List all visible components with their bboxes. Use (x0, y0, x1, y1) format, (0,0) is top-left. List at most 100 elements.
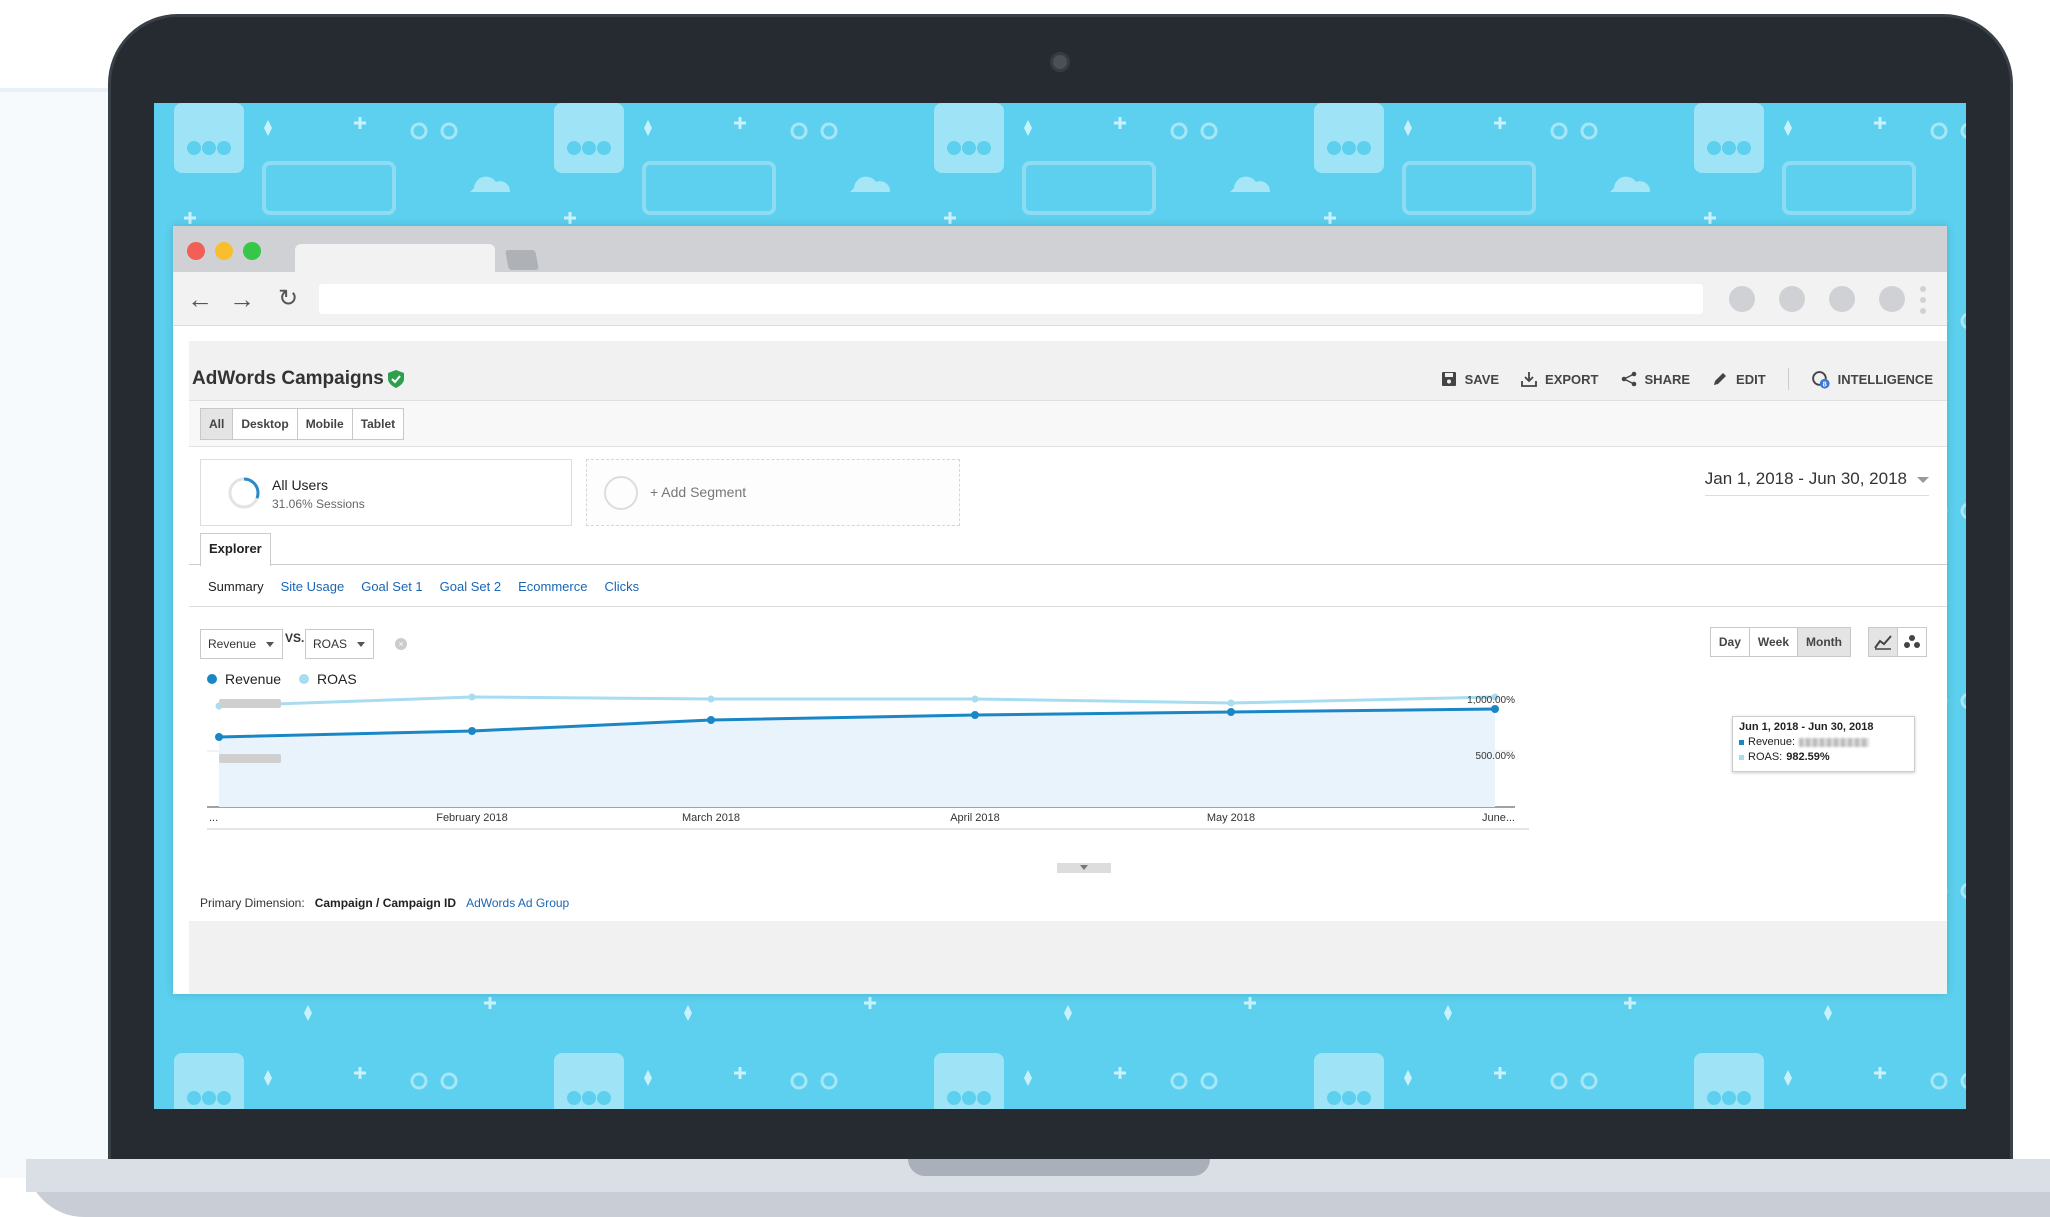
primary-dimension-adgroup-link[interactable]: AdWords Ad Group (466, 896, 569, 910)
tab-explorer[interactable]: Explorer (200, 533, 271, 566)
explorer-subtabs: Summary Site Usage Goal Set 1 Goal Set 2… (208, 579, 639, 594)
segment-name: All Users (272, 477, 329, 493)
analytics-app: AdWords Campaigns SAVE EXPORT SHARE EDIT… (189, 341, 1947, 994)
tooltip-title: Jun 1, 2018 - Jun 30, 2018 (1739, 721, 1874, 733)
period-selector: Day Week Month (1709, 627, 1851, 657)
revenue-area (219, 709, 1495, 807)
left-axis-label-redacted (219, 754, 281, 763)
webcam (1050, 52, 1070, 72)
edit-button[interactable]: EDIT (1712, 371, 1766, 387)
extension-icon[interactable] (1729, 286, 1755, 312)
data-point-revenue (1491, 705, 1499, 713)
period-week-button[interactable]: Week (1748, 627, 1799, 657)
device-filter: All Desktop Mobile Tablet (200, 408, 405, 440)
minimize-window-button[interactable] (215, 242, 233, 260)
segment-sessions: 31.06% Sessions (272, 497, 365, 511)
subtab-ecommerce[interactable]: Ecommerce (518, 579, 587, 594)
report-actions: SAVE EXPORT SHARE EDIT 8 INTELLIGENCE (1441, 368, 1933, 390)
device-tablet-button[interactable]: Tablet (351, 408, 405, 440)
data-point-roas (707, 695, 715, 703)
series-line-roas (218, 695, 1496, 708)
share-label: SHARE (1644, 371, 1691, 387)
device-all-button[interactable]: All (200, 408, 234, 440)
right-axis-tick-label: 500.00% (1476, 751, 1516, 762)
actions-divider (1787, 368, 1789, 390)
data-point-revenue (707, 716, 715, 724)
data-point-roas (971, 695, 979, 703)
primary-dimension-active[interactable]: Campaign / Campaign ID (315, 896, 456, 910)
x-tick-label: June... (1482, 812, 1515, 824)
report-panel: AdWords Campaigns SAVE EXPORT SHARE EDIT… (189, 341, 1947, 921)
segments-row: All Users 31.06% Sessions + Add Segment … (189, 447, 1947, 541)
line-chart-button[interactable] (1868, 627, 1898, 657)
intelligence-icon: 8 (1811, 370, 1830, 389)
subtab-goal-set-1[interactable]: Goal Set 1 (361, 579, 422, 594)
add-segment-label: + Add Segment (650, 484, 747, 500)
address-bar[interactable] (319, 284, 1703, 314)
browser-tab[interactable] (295, 244, 495, 272)
left-axis-label-redacted (219, 699, 281, 708)
chart-expand-handle[interactable] (1057, 863, 1111, 873)
share-button[interactable]: SHARE (1621, 371, 1691, 387)
save-label: SAVE (1464, 371, 1500, 387)
subtab-summary[interactable]: Summary (208, 579, 264, 594)
export-icon (1521, 372, 1537, 387)
tooltip-revenue-label: Revenue: (1748, 736, 1796, 748)
browser-menu-icon[interactable] (1920, 286, 1926, 314)
x-tick-label: May 2018 (1207, 812, 1255, 824)
data-point-roas (1227, 699, 1235, 707)
chart-type-selector (1868, 627, 1927, 657)
intelligence-badge: 8 (1822, 379, 1826, 388)
line-chart-icon (1874, 635, 1892, 650)
tooltip-roas-row: ROAS: 982.59% (1739, 750, 1908, 765)
subtab-goal-set-2[interactable]: Goal Set 2 (440, 579, 501, 594)
metric2-select[interactable]: ROAS (305, 629, 375, 659)
right-axis-tick-label: 1,000.00% (1467, 695, 1515, 706)
back-arrow-icon[interactable]: ← (185, 284, 215, 314)
extension-icon[interactable] (1829, 286, 1855, 312)
edit-label: EDIT (1736, 371, 1766, 387)
metric1-select[interactable]: Revenue (200, 629, 284, 659)
chevron-down-icon (1917, 476, 1929, 483)
vs-label: VS. (285, 631, 305, 645)
date-range-picker[interactable]: Jan 1, 2018 - Jun 30, 2018 (1704, 469, 1929, 496)
close-window-button[interactable] (187, 242, 205, 260)
period-month-button[interactable]: Month (1797, 627, 1851, 657)
export-button[interactable]: EXPORT (1521, 371, 1599, 387)
browser-tabstrip (173, 226, 1947, 272)
laptop-notch (908, 1159, 1210, 1176)
tooltip-roas-value: 982.59% (1786, 751, 1830, 763)
intelligence-button[interactable]: 8 INTELLIGENCE (1811, 370, 1933, 389)
extension-icon[interactable] (1879, 286, 1905, 312)
subtabs-divider (189, 606, 1947, 607)
reload-icon[interactable]: ↻ (273, 284, 303, 314)
chart-tooltip: Jun 1, 2018 - Jun 30, 2018 Revenue: ROAS… (1732, 716, 1915, 772)
new-tab-button[interactable] (505, 250, 539, 270)
device-mobile-button[interactable]: Mobile (296, 408, 353, 440)
data-point-roas (468, 693, 476, 701)
report-header: AdWords Campaigns SAVE EXPORT SHARE EDIT… (189, 341, 1947, 401)
extension-icon[interactable] (1779, 286, 1805, 312)
maximize-window-button[interactable] (243, 242, 261, 260)
revenue-roas-chart: 1,000.00% 500.00%... February 2018 March 20… (207, 693, 1529, 830)
add-segment-circle-icon (604, 476, 638, 510)
tooltip-revenue-value-redacted (1799, 738, 1870, 747)
segment-all-users[interactable]: All Users 31.06% Sessions (200, 459, 572, 526)
forward-arrow-icon[interactable]: → (227, 284, 257, 314)
export-label: EXPORT (1545, 371, 1599, 387)
primary-dimension-label: Primary Dimension: (200, 896, 305, 910)
explorer-tabrow: Explorer (189, 533, 1947, 566)
x-tick-label: April 2018 (950, 812, 1000, 824)
data-point-revenue (1227, 708, 1235, 716)
subtab-site-usage[interactable]: Site Usage (281, 579, 345, 594)
subtab-clicks[interactable]: Clicks (604, 579, 639, 594)
motion-chart-button[interactable] (1897, 627, 1927, 657)
tooltip-revenue-row: Revenue: (1739, 735, 1908, 750)
browser-window: ← → ↻ AdWords Campaigns SAVE EXPORT SHAR… (173, 226, 1947, 994)
device-filter-row: All Desktop Mobile Tablet (189, 401, 1947, 447)
period-day-button[interactable]: Day (1709, 627, 1750, 657)
save-button[interactable]: SAVE (1441, 371, 1499, 387)
add-segment-button[interactable]: + Add Segment (586, 459, 960, 526)
clear-metric-icon[interactable]: × (395, 638, 407, 650)
device-desktop-button[interactable]: Desktop (232, 408, 298, 440)
